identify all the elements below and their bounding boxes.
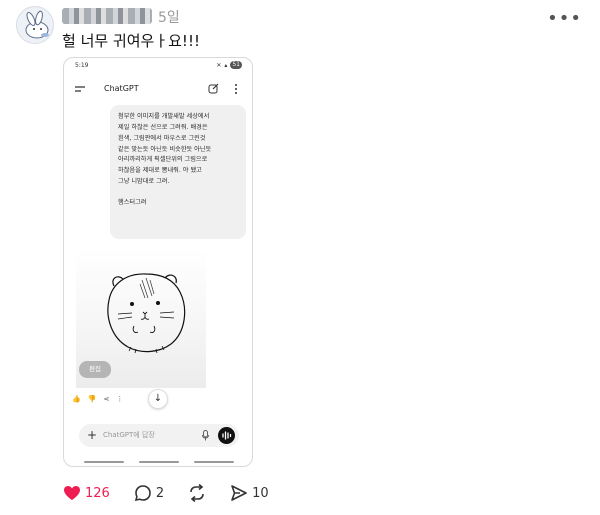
battery-level: 51: [230, 61, 242, 69]
phone-status-bar: 5:19 ✕ ▴ 51: [64, 58, 252, 72]
share-button[interactable]: 10: [230, 484, 269, 502]
comment-icon: [134, 485, 151, 502]
edit-icon: [208, 83, 219, 94]
avatar[interactable]: [16, 6, 54, 44]
request-text: 햄스터그려: [118, 198, 147, 206]
post-text: 헐 너무 귀여우ㅏ요!!!: [62, 32, 200, 50]
share-small-icon[interactable]: ⋖: [103, 395, 109, 403]
status-icons: ✕ ▴ 51: [216, 61, 242, 69]
like-count: 126: [85, 485, 110, 501]
reply-count: 2: [155, 485, 165, 501]
thumbs-up-icon[interactable]: 👍: [72, 395, 81, 403]
engagement-bar: 126 2 10: [63, 484, 293, 502]
voice-icon[interactable]: [218, 427, 235, 444]
user-message-bubble: 첨부한 이미지를 개발새발 세상에서 제일 하찮은 선으로 그려줘. 배경은 흰…: [110, 105, 246, 239]
share-icon: [231, 485, 247, 501]
prompt-text: 첨부한 이미지를 개발새발 세상에서 제일 하찮은 선으로 그려줘. 배경은 흰…: [118, 113, 212, 186]
chatgpt-app-bar: ChatGPT: [64, 78, 252, 100]
hamster-drawing: [107, 273, 186, 354]
repost-icon: [190, 484, 204, 502]
more-icon[interactable]: •••: [547, 8, 582, 29]
plus-icon[interactable]: +: [87, 427, 97, 443]
nav-bar-indicator: [139, 461, 179, 463]
attached-screenshot[interactable]: 5:19 ✕ ▴ 51 ChatGPT 첨부한 이미지를 개발새발 세상에서 제…: [63, 57, 253, 467]
heart-icon: [64, 486, 80, 500]
app-title: ChatGPT: [104, 84, 139, 93]
nav-bar-indicator: [194, 461, 234, 463]
post-time: 5일: [158, 10, 180, 26]
menu-icon: [75, 86, 85, 92]
message-actions: 👍 👎 ⋖ ⋮: [72, 395, 123, 403]
repost-button[interactable]: [188, 484, 206, 502]
nav-bar-indicator: [84, 461, 124, 463]
thumbs-down-icon[interactable]: 👎: [88, 395, 97, 403]
signal-icon: ▴: [224, 61, 228, 69]
more-small-icon[interactable]: ⋮: [116, 395, 123, 403]
username-blurred[interactable]: [62, 8, 152, 24]
status-time: 5:19: [75, 62, 89, 69]
edit-image-button[interactable]: 편집: [79, 361, 111, 378]
message-composer[interactable]: + ChatGPT에 답장: [79, 424, 239, 447]
mic-icon[interactable]: [202, 430, 209, 441]
kebab-icon: [235, 84, 237, 94]
reply-button[interactable]: 2: [134, 484, 164, 502]
scroll-down-button[interactable]: ↓: [148, 389, 168, 409]
composer-input[interactable]: ChatGPT에 답장: [103, 430, 155, 440]
like-button[interactable]: 126: [63, 485, 110, 501]
mute-icon: ✕: [216, 61, 222, 69]
share-count: 10: [252, 485, 269, 501]
